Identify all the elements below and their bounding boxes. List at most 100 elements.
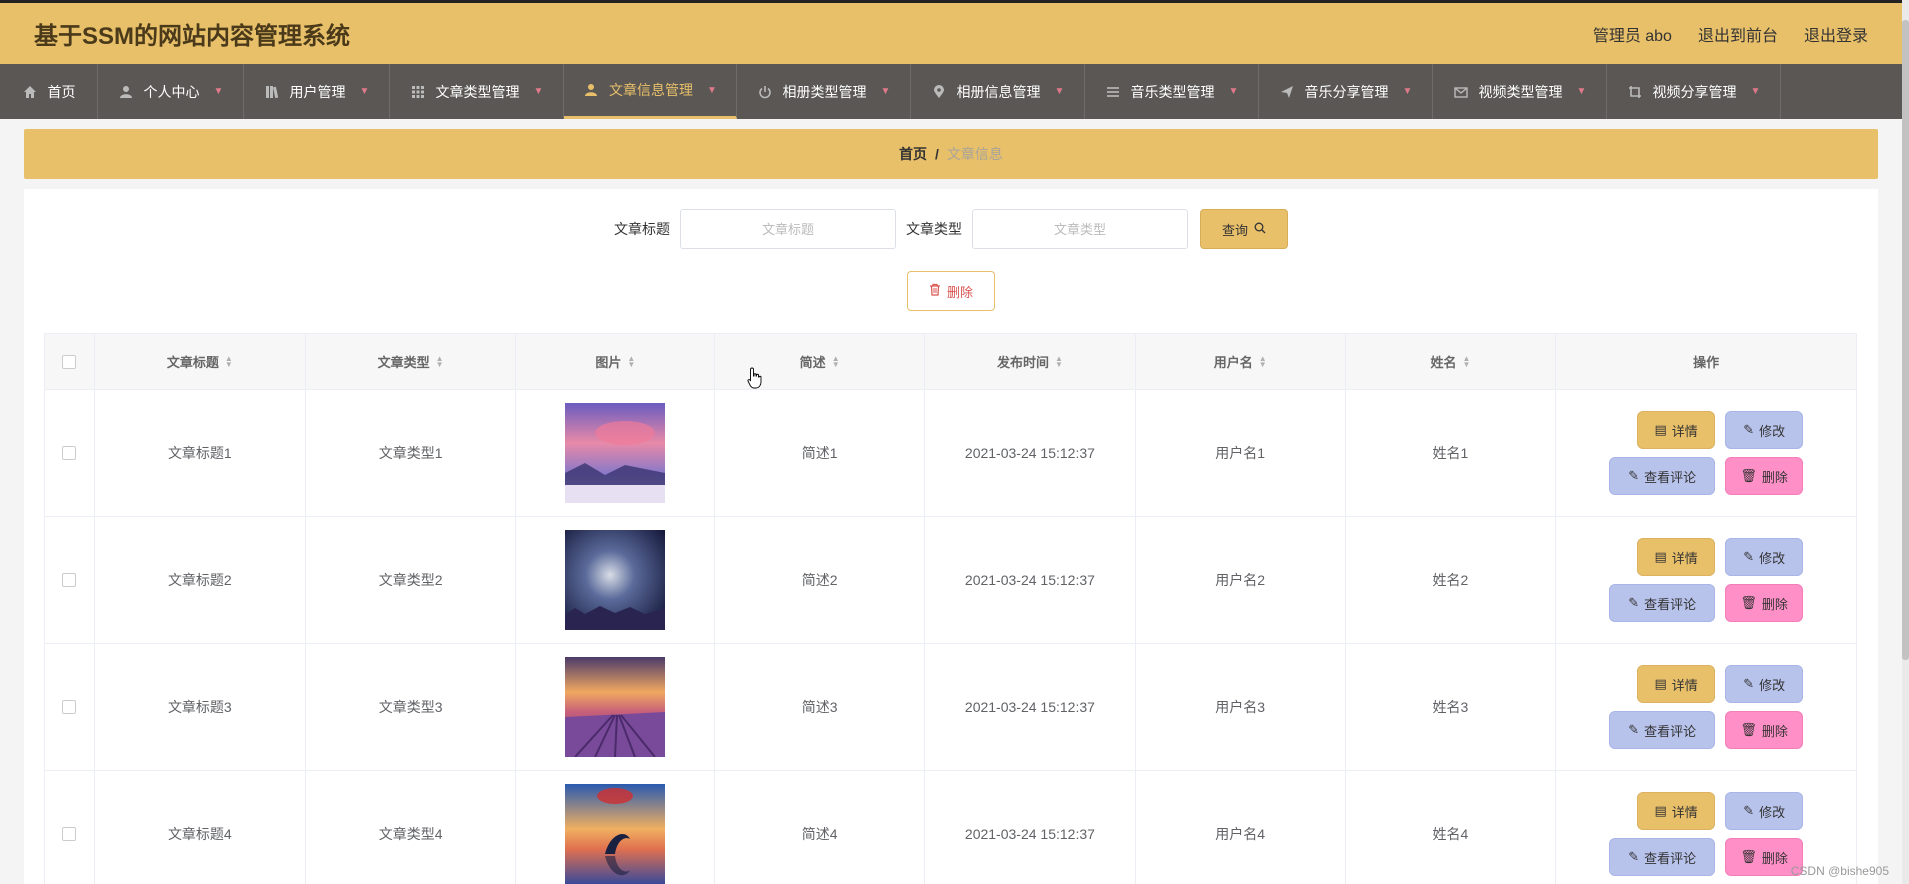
nav-item-video-types[interactable]: 视频类型管理 ▼ xyxy=(1433,64,1607,119)
nav-item-home[interactable]: 首页 xyxy=(0,64,98,119)
top-header: 基于SSM的网站内容管理系统 管理员 abo 退出到前台 退出登录 xyxy=(0,0,1902,64)
header-label: 姓名 xyxy=(1430,355,1457,370)
cell-title: 文章标题2 xyxy=(95,517,306,643)
cell-time: 2021-03-24 15:12:37 xyxy=(925,644,1136,770)
edit-label: 修改 xyxy=(1759,677,1786,693)
breadcrumb-separator: / xyxy=(935,146,939,162)
view-comments-button[interactable]: ✎ 查看评论 xyxy=(1609,838,1716,876)
cell-actions: ▤ 详情 ✎ 修改 ✎ 查看评论 🗑 删除 xyxy=(1556,390,1856,516)
header-actions: 操作 xyxy=(1556,334,1856,389)
table-header: 文章标题 ▲ ▼ 文章类型 ▲ ▼ 图片 ▲ ▼ 简述 ▲ ▼ 发布时间 ▲ ▼ 用户名 ▲ ▼ 姓名 ▲… xyxy=(45,334,1856,390)
cell-username: 用户名3 xyxy=(1136,644,1346,770)
row-checkbox[interactable] xyxy=(62,446,77,460)
detail-button[interactable]: ▤ 详情 xyxy=(1637,665,1716,703)
breadcrumb: 首页 / 文章信息 xyxy=(24,129,1878,179)
cell-username: 用户名2 xyxy=(1136,517,1346,643)
scrollbar-thumb[interactable] xyxy=(1902,20,1909,660)
row-checkbox-cell xyxy=(45,771,95,884)
crop-icon xyxy=(1627,84,1643,100)
select-all-checkbox[interactable] xyxy=(62,354,77,369)
sort-icon: ▲ ▼ xyxy=(1258,353,1267,369)
cell-type: 文章类型2 xyxy=(306,517,517,643)
header-image[interactable]: 图片 ▲ ▼ xyxy=(516,334,716,389)
view-comments-button[interactable]: ✎ 查看评论 xyxy=(1609,711,1716,749)
detail-button[interactable]: ▤ 详情 xyxy=(1637,792,1716,830)
nav-item-video-share[interactable]: 视频分享管理 ▼ xyxy=(1607,64,1781,119)
view-comments-button[interactable]: ✎ 查看评论 xyxy=(1609,584,1716,622)
row-checkbox[interactable] xyxy=(62,700,77,714)
nav-item-album-info[interactable]: 相册信息管理 ▼ xyxy=(911,64,1085,119)
comments-label: 查看评论 xyxy=(1644,850,1697,866)
main-nav: 首页 个人中心 ▼ 用户管理 ▼ 文章类型管理 ▼ 文章信息管理 ▼ 相册类型管… xyxy=(0,64,1902,119)
document-icon: ▤ xyxy=(1654,422,1667,437)
row-actions: ▤ 详情 ✎ 修改 ✎ 查看评论 🗑 删除 xyxy=(1609,665,1804,749)
title-search-input[interactable] xyxy=(680,209,896,249)
bulk-delete-button[interactable]: 删除 xyxy=(907,271,995,311)
type-search-input[interactable] xyxy=(972,209,1188,249)
header-title[interactable]: 文章标题 ▲ ▼ xyxy=(95,334,306,389)
detail-button[interactable]: ▤ 详情 xyxy=(1637,538,1716,576)
delete-button[interactable]: 🗑 删除 xyxy=(1725,584,1804,622)
article-thumbnail[interactable] xyxy=(565,530,666,630)
trash-icon: 🗑 xyxy=(1740,849,1757,864)
chevron-down-icon: ▼ xyxy=(1402,86,1413,97)
header-label: 操作 xyxy=(1693,355,1720,370)
logout-link[interactable]: 退出登录 xyxy=(1804,22,1868,46)
cell-type: 文章类型4 xyxy=(306,771,517,884)
nav-item-profile[interactable]: 个人中心 ▼ xyxy=(98,64,244,119)
breadcrumb-current: 文章信息 xyxy=(946,146,1003,162)
mail-icon xyxy=(1453,84,1469,100)
edit-button[interactable]: ✎ 修改 xyxy=(1725,411,1804,449)
nav-item-article-types[interactable]: 文章类型管理 ▼ xyxy=(390,64,564,119)
user-icon xyxy=(118,84,134,100)
nav-label: 视频分享管理 xyxy=(1652,83,1737,100)
page-scrollbar[interactable] xyxy=(1902,0,1909,884)
detail-button[interactable]: ▤ 详情 xyxy=(1637,411,1716,449)
row-checkbox[interactable] xyxy=(62,573,77,587)
sort-icon: ▲ ▼ xyxy=(224,353,233,369)
header-type[interactable]: 文章类型 ▲ ▼ xyxy=(306,334,517,389)
nav-item-article-info[interactable]: 文章信息管理 ▼ xyxy=(564,64,737,119)
nav-label: 相册类型管理 xyxy=(782,83,867,100)
sort-icon: ▲ ▼ xyxy=(831,353,840,369)
sort-icon: ▲ ▼ xyxy=(435,353,444,369)
view-comments-button[interactable]: ✎ 查看评论 xyxy=(1609,457,1716,495)
send-icon xyxy=(1279,84,1295,100)
edit-button[interactable]: ✎ 修改 xyxy=(1725,792,1804,830)
edit-button[interactable]: ✎ 修改 xyxy=(1725,538,1804,576)
chevron-down-icon: ▼ xyxy=(880,86,891,97)
delete-label: 删除 xyxy=(1761,850,1788,866)
trash-icon xyxy=(929,283,941,299)
edit-button[interactable]: ✎ 修改 xyxy=(1725,665,1804,703)
header-label: 文章标题 xyxy=(166,355,219,370)
cell-summary: 简述1 xyxy=(715,390,926,516)
delete-button[interactable]: 🗑 删除 xyxy=(1725,711,1804,749)
exit-to-front-link[interactable]: 退出到前台 xyxy=(1698,22,1778,46)
header-name[interactable]: 姓名 ▲ ▼ xyxy=(1346,334,1557,389)
cell-title: 文章标题4 xyxy=(95,771,306,884)
row-actions: ▤ 详情 ✎ 修改 ✎ 查看评论 🗑 删除 xyxy=(1609,411,1804,495)
cell-name: 姓名4 xyxy=(1346,771,1557,884)
detail-label: 详情 xyxy=(1671,804,1698,820)
home-icon xyxy=(22,84,38,100)
delete-button[interactable]: 🗑 删除 xyxy=(1725,457,1804,495)
header-username[interactable]: 用户名 ▲ ▼ xyxy=(1136,334,1346,389)
article-thumbnail[interactable] xyxy=(565,657,666,757)
top-actions: 管理员 abo 退出到前台 退出登录 xyxy=(1593,22,1868,46)
header-label: 图片 xyxy=(595,355,622,370)
article-thumbnail[interactable] xyxy=(565,784,666,884)
detail-label: 详情 xyxy=(1671,550,1698,566)
nav-item-music-share[interactable]: 音乐分享管理 ▼ xyxy=(1259,64,1433,119)
query-button[interactable]: 查询 xyxy=(1200,209,1288,249)
nav-item-users[interactable]: 用户管理 ▼ xyxy=(244,64,390,119)
type-label: 文章类型 xyxy=(906,221,962,237)
table-row: 文章标题3 文章类型3 简述3 2021-03-24 15:12:37 用户名3… xyxy=(45,644,1856,771)
article-thumbnail[interactable] xyxy=(565,403,666,503)
nav-item-music-types[interactable]: 音乐类型管理 ▼ xyxy=(1085,64,1259,119)
header-time[interactable]: 发布时间 ▲ ▼ xyxy=(925,334,1136,389)
cell-title: 文章标题3 xyxy=(95,644,306,770)
delete-label: 删除 xyxy=(1761,469,1788,485)
row-checkbox[interactable] xyxy=(62,827,77,841)
nav-item-album-types[interactable]: 相册类型管理 ▼ xyxy=(737,64,911,119)
breadcrumb-home[interactable]: 首页 xyxy=(899,144,927,164)
